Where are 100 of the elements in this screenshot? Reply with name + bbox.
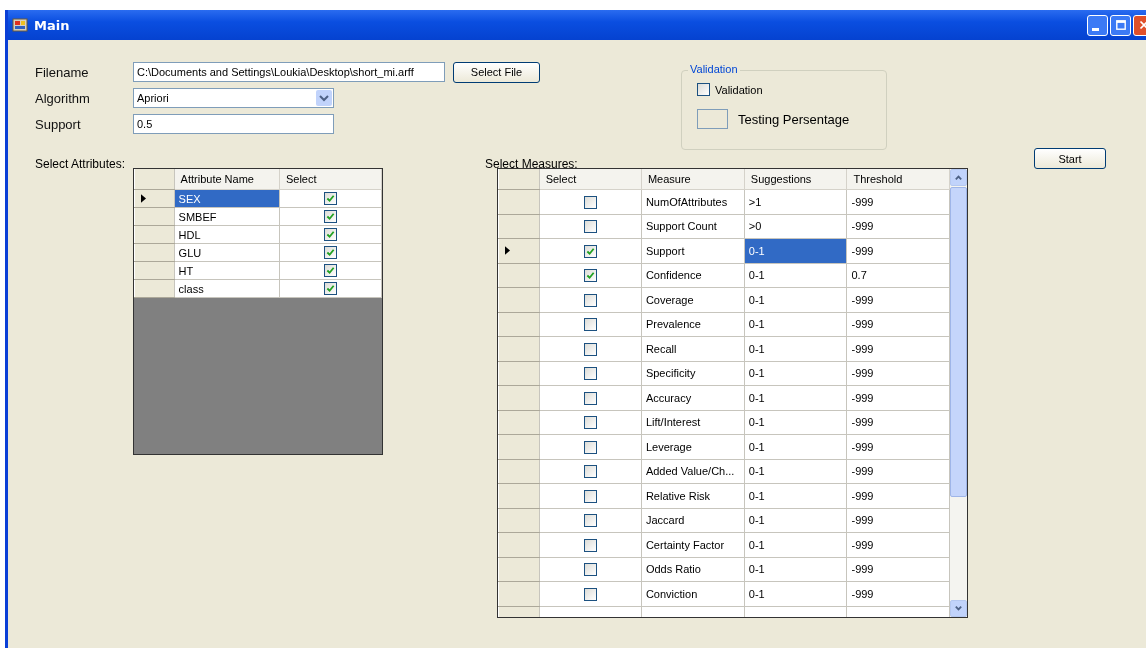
algorithm-dropdown[interactable]: Apriori bbox=[133, 88, 334, 108]
table-cell: 0-1 bbox=[744, 434, 847, 459]
vertical-scrollbar[interactable] bbox=[950, 169, 967, 617]
select-checkbox[interactable] bbox=[583, 342, 597, 356]
select-checkbox[interactable] bbox=[324, 210, 337, 224]
validation-group-title: Validation bbox=[688, 63, 740, 75]
table-cell: Accuracy bbox=[641, 385, 745, 410]
table-cell: -999 bbox=[846, 361, 950, 386]
select-checkbox[interactable] bbox=[583, 465, 597, 479]
column-header[interactable]: Select bbox=[539, 169, 642, 190]
table-cell: HT bbox=[174, 261, 280, 280]
table-cell: Conviction bbox=[641, 581, 745, 606]
select-checkbox[interactable] bbox=[583, 514, 597, 528]
table-cell: 0-1 bbox=[744, 263, 847, 288]
table-cell: Specificity bbox=[641, 361, 745, 386]
validation-checkbox[interactable] bbox=[697, 83, 710, 96]
table-cell: -999 bbox=[846, 557, 950, 582]
table-cell: Coverage bbox=[641, 287, 745, 312]
measures-label: Select Measures: bbox=[485, 158, 579, 170]
table-cell: >0 bbox=[744, 214, 847, 239]
select-checkbox[interactable] bbox=[583, 391, 597, 405]
table-cell: 0-1 bbox=[744, 532, 847, 557]
algorithm-label: Algorithm bbox=[35, 90, 91, 106]
table-cell: 0-1 bbox=[744, 361, 847, 386]
column-header[interactable]: Suggestions bbox=[744, 169, 847, 190]
row-pointer-icon bbox=[141, 194, 146, 203]
testing-percentage-label: Testing Persentage bbox=[738, 111, 850, 127]
select-checkbox[interactable] bbox=[324, 192, 337, 206]
select-checkbox[interactable] bbox=[583, 489, 597, 503]
column-header[interactable]: Threshold bbox=[846, 169, 950, 190]
chevron-down-icon bbox=[316, 90, 332, 106]
table-cell: 0-1 bbox=[744, 459, 847, 484]
table-cell: 0-1 bbox=[744, 508, 847, 533]
select-checkbox[interactable] bbox=[583, 416, 597, 430]
table-cell: Confidence bbox=[641, 263, 745, 288]
column-header[interactable]: Select bbox=[279, 169, 382, 190]
support-label: Support bbox=[35, 116, 82, 132]
select-checkbox[interactable] bbox=[324, 246, 337, 260]
select-checkbox[interactable] bbox=[583, 318, 597, 332]
table-cell: 0-1 bbox=[744, 238, 847, 263]
select-checkbox[interactable] bbox=[324, 264, 337, 278]
select-checkbox[interactable] bbox=[583, 587, 597, 601]
maximize-button[interactable] bbox=[1110, 14, 1131, 36]
table-cell: -999 bbox=[846, 238, 950, 263]
column-header[interactable]: Measure bbox=[641, 169, 745, 190]
window-title: Main bbox=[34, 17, 70, 33]
table-cell: -999 bbox=[846, 532, 950, 557]
table-cell: -999 bbox=[846, 312, 950, 337]
table-cell: Support bbox=[641, 238, 745, 263]
minimize-button[interactable] bbox=[1087, 14, 1108, 36]
table-cell: Jaccard bbox=[641, 508, 745, 533]
table-cell: -999 bbox=[846, 483, 950, 508]
filename-field[interactable]: C:\Documents and Settings\Loukia\Desktop\short_mi.arff bbox=[133, 62, 445, 82]
table-cell: 0-1 bbox=[744, 581, 847, 606]
scrollbar-thumb[interactable] bbox=[950, 187, 967, 497]
table-cell: Prevalence bbox=[641, 312, 745, 337]
select-checkbox[interactable] bbox=[324, 282, 337, 296]
table-cell: 0-1 bbox=[744, 287, 847, 312]
testing-percentage-field[interactable] bbox=[697, 109, 728, 129]
select-checkbox[interactable] bbox=[583, 538, 597, 552]
table-cell: Certainty Factor bbox=[641, 532, 745, 557]
table-cell: -999 bbox=[846, 214, 950, 239]
minimize-icon bbox=[1092, 27, 1099, 31]
table-cell: Lift/Interest bbox=[641, 410, 745, 435]
table-cell: class bbox=[174, 279, 280, 298]
table-cell: -999 bbox=[846, 336, 950, 361]
table-cell: 0-1 bbox=[744, 312, 847, 337]
table-cell: -999 bbox=[846, 459, 950, 484]
table-cell: 0-1 bbox=[744, 483, 847, 508]
table-cell: SMBEF bbox=[174, 207, 280, 226]
select-checkbox[interactable] bbox=[583, 195, 597, 209]
chevron-down-icon bbox=[954, 604, 963, 613]
select-checkbox[interactable] bbox=[583, 440, 597, 454]
select-checkbox[interactable] bbox=[324, 228, 337, 242]
select-checkbox[interactable] bbox=[583, 563, 597, 577]
table-cell: Recall bbox=[641, 336, 745, 361]
table-cell: 0.7 bbox=[846, 263, 950, 288]
select-file-button[interactable]: Select File bbox=[453, 61, 540, 83]
table-cell: GLU bbox=[174, 243, 280, 262]
table-cell: 0-1 bbox=[744, 336, 847, 361]
select-checkbox[interactable] bbox=[583, 367, 597, 381]
select-checkbox[interactable] bbox=[583, 220, 597, 234]
select-checkbox[interactable] bbox=[583, 269, 597, 283]
start-button[interactable]: Start bbox=[1034, 148, 1106, 169]
table-cell: Support Count bbox=[641, 214, 745, 239]
table-cell: -999 bbox=[846, 287, 950, 312]
table-cell: Relative Risk bbox=[641, 483, 745, 508]
maximize-icon bbox=[1113, 18, 1128, 32]
table-cell: 0-1 bbox=[744, 385, 847, 410]
table-cell: -999 bbox=[846, 581, 950, 606]
scroll-down-button[interactable] bbox=[950, 600, 967, 617]
scroll-up-button[interactable] bbox=[950, 169, 967, 186]
select-checkbox[interactable] bbox=[583, 244, 597, 258]
chevron-up-icon bbox=[954, 173, 963, 182]
select-checkbox[interactable] bbox=[583, 293, 597, 307]
filename-label: Filename bbox=[35, 64, 90, 80]
column-header[interactable]: Attribute Name bbox=[174, 169, 280, 190]
support-field[interactable]: 0.5 bbox=[133, 114, 334, 134]
table-cell: -999 bbox=[846, 189, 950, 214]
table-cell: NumOfAttributes bbox=[641, 189, 745, 214]
